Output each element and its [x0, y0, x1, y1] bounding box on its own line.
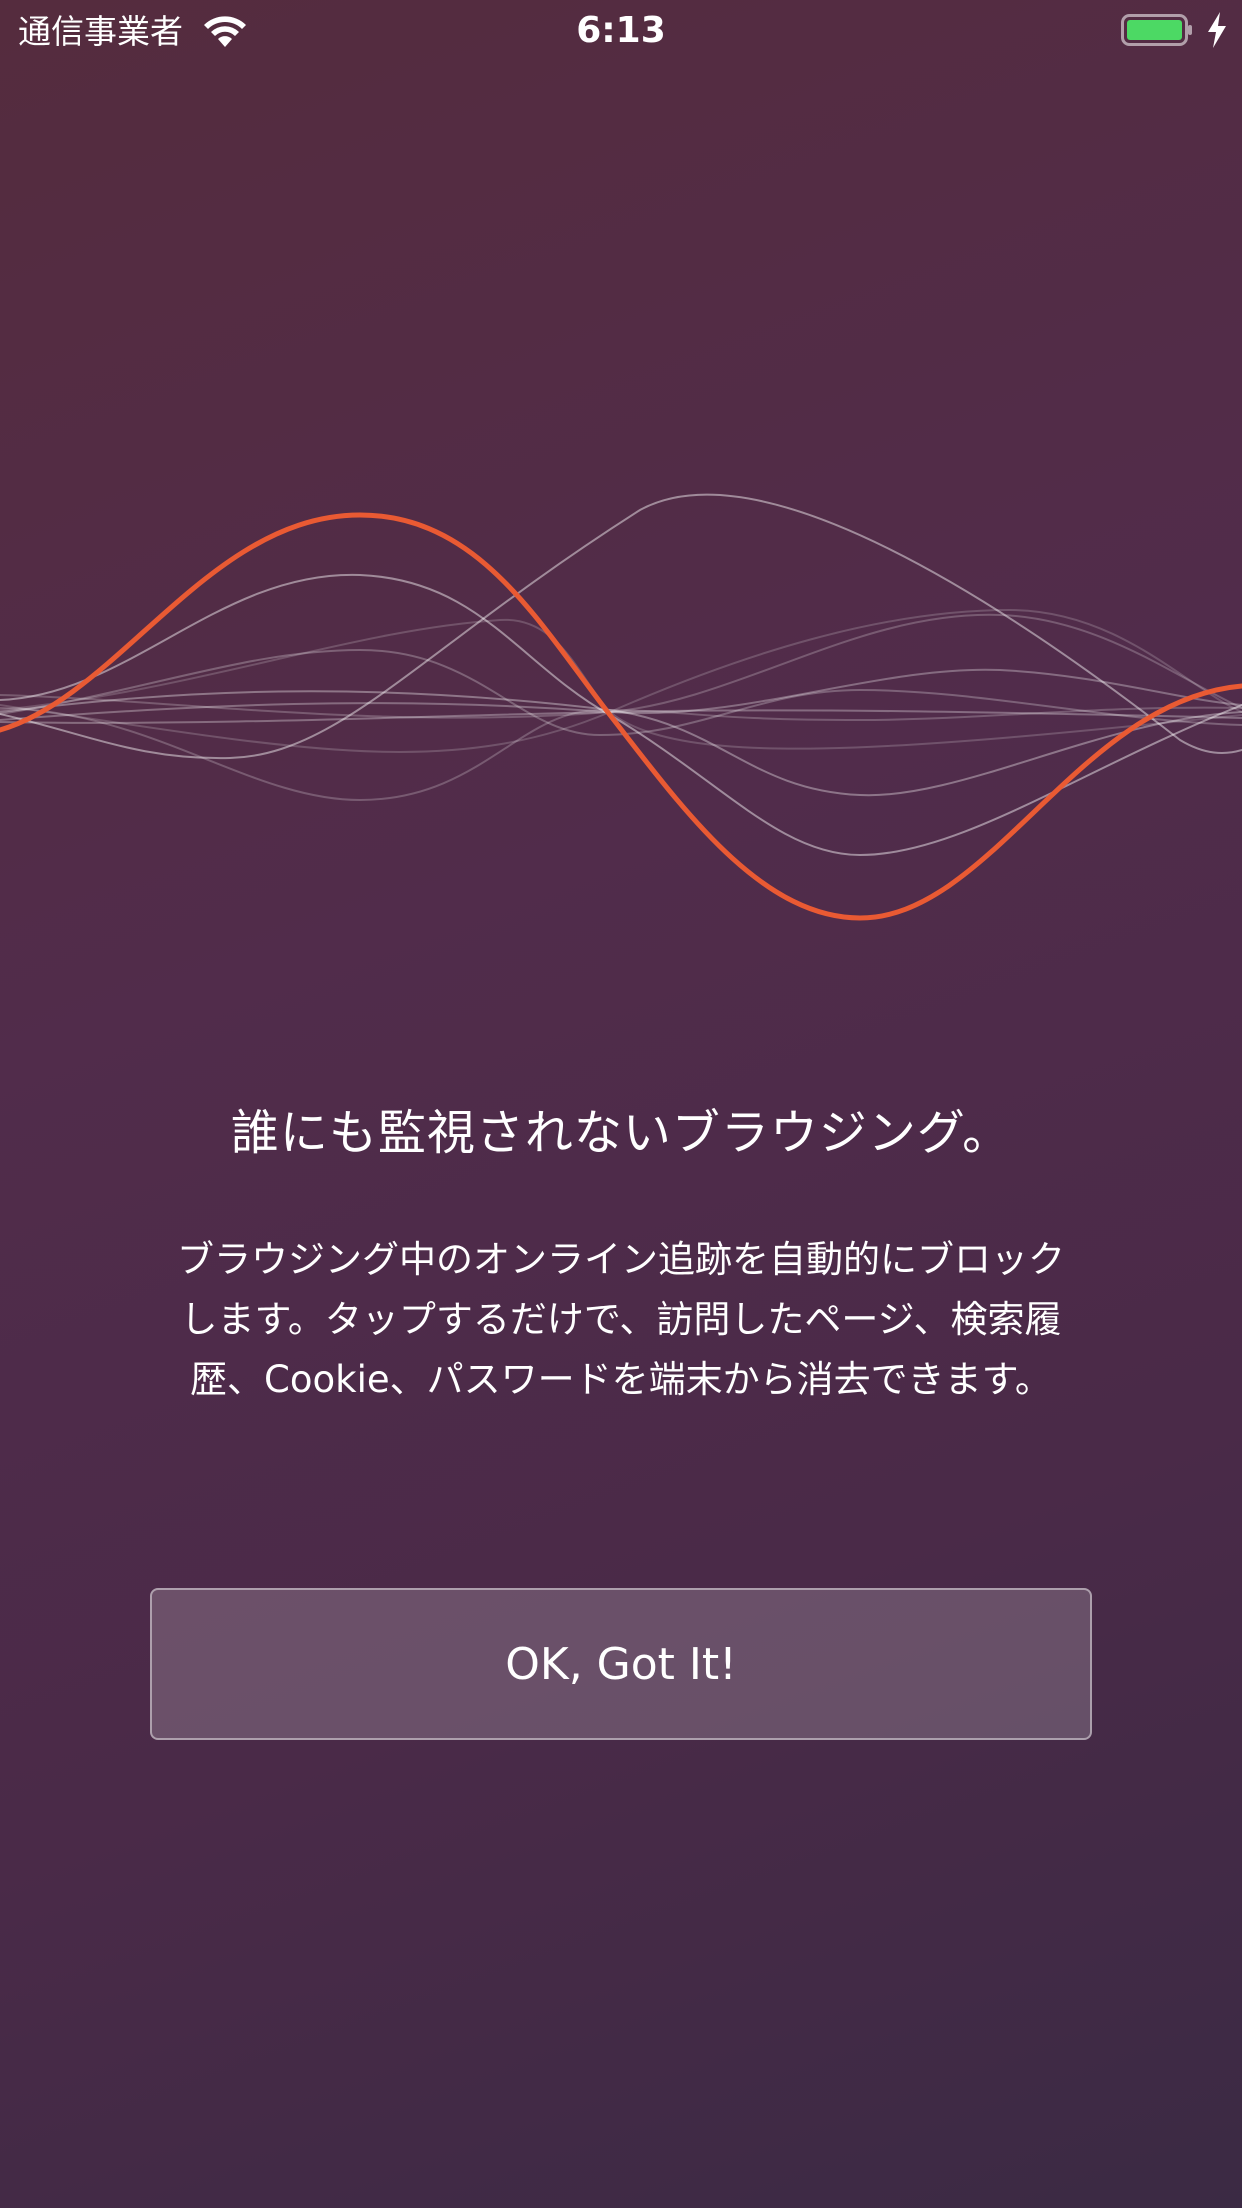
description-line: 歴、Cookie、パスワードを端末から消去できます。 — [190, 1358, 1052, 1401]
battery-icon — [1121, 14, 1192, 46]
status-time: 6:13 — [576, 10, 666, 51]
description: ブラウジング中のオンライン追跡を自動的にブロック します。タップするだけで、訪問… — [140, 1230, 1102, 1410]
ok-got-it-button[interactable]: OK, Got It! — [150, 1588, 1092, 1740]
grey-wave — [0, 573, 1242, 857]
onboarding-screen: 通信事業者 6:13 誰にも監視されないブラウジング。 ブラウジング中のオンライ… — [0, 0, 1242, 2208]
description-line: ブラウジング中のオンライン追跡を自動的にブロック — [177, 1238, 1065, 1281]
headline: 誰にも監視されないブラウジング。 — [230, 1105, 1012, 1161]
description-line: します。タップするだけで、訪問したページ、検索履 — [180, 1298, 1062, 1341]
accent-wave — [0, 512, 1242, 921]
grey-wave — [0, 613, 1242, 719]
charging-bolt-icon — [1208, 12, 1226, 48]
sound-wave-illustration — [0, 493, 1242, 921]
ok-button-label: OK, Got It! — [505, 1638, 737, 1690]
status-bar: 通信事業者 6:13 — [0, 0, 1242, 62]
